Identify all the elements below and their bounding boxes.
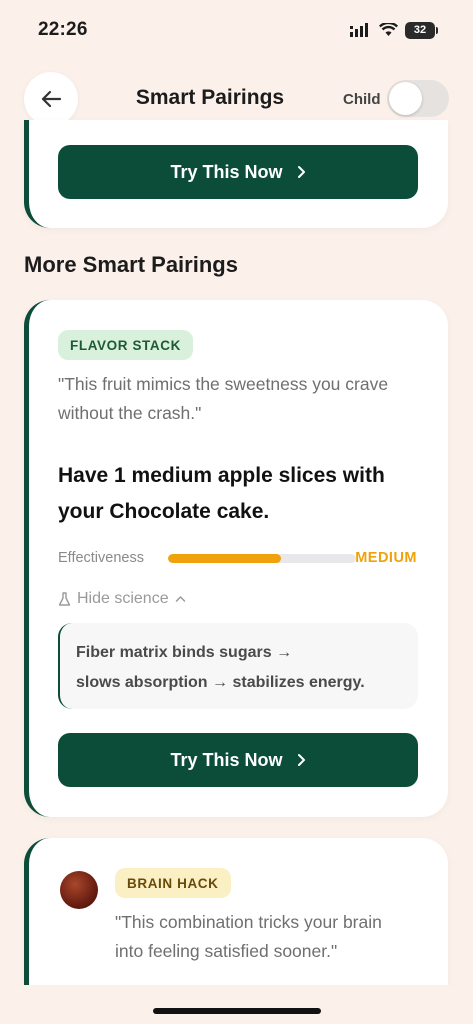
chevron-right-icon	[297, 754, 305, 766]
status-time: 22:26	[38, 19, 88, 40]
toggle-knob	[389, 82, 422, 115]
back-arrow-icon	[41, 90, 62, 108]
pairing-quote: "This combination tricks your brain into…	[115, 908, 435, 966]
section-heading: More Smart Pairings	[24, 252, 238, 277]
effectiveness-bar	[168, 554, 356, 563]
effectiveness-label: Effectiveness	[58, 550, 144, 566]
chevron-up-icon	[175, 595, 185, 602]
headline-line: your Chocolate cake.	[58, 500, 270, 523]
signal-icon	[350, 23, 368, 37]
home-indicator-area	[0, 985, 473, 1024]
flavor-stack-badge: FLAVOR STACK	[58, 330, 193, 360]
hide-science-label: Hide science	[77, 590, 169, 607]
try-button-label: Try This Now	[170, 749, 283, 770]
science-step: Fiber matrix binds sugars	[76, 644, 272, 661]
quote-line: into feeling satisfied sooner."	[115, 941, 338, 961]
child-mode-toggle[interactable]	[387, 80, 449, 117]
home-indicator[interactable]	[153, 1008, 321, 1014]
page-title: Smart Pairings	[135, 86, 285, 109]
battery-level: 32	[413, 24, 427, 36]
quote-line: "This combination tricks your brain	[115, 912, 382, 932]
try-this-now-button[interactable]: Try This Now	[58, 733, 418, 787]
effectiveness-fill	[168, 554, 281, 563]
flask-icon	[58, 591, 71, 606]
try-this-now-button-top[interactable]: Try This Now	[58, 145, 418, 199]
status-bar: 22:26 32	[0, 0, 473, 60]
science-step: stabilizes energy.	[232, 674, 365, 691]
back-button[interactable]	[24, 72, 78, 126]
arrow-right-icon: →	[212, 674, 229, 691]
effectiveness-level: MEDIUM	[355, 550, 417, 566]
headline-line: Have 1 medium apple slices with	[58, 464, 385, 487]
science-line: Fiber matrix binds sugars →	[76, 638, 402, 668]
arrow-right-icon: →	[276, 644, 293, 661]
child-toggle-label: Child	[343, 91, 381, 108]
brain-hack-badge: BRAIN HACK	[115, 868, 231, 898]
pairing-quote: "This fruit mimics the sweetness you cra…	[58, 370, 428, 428]
chevron-right-icon	[297, 166, 305, 178]
pairing-headline: Have 1 medium apple slices with your Cho…	[58, 458, 428, 530]
try-button-label: Try This Now	[170, 161, 283, 182]
chestnut-food-icon	[60, 871, 98, 909]
science-explanation: Fiber matrix binds sugars → slows absorp…	[58, 623, 418, 709]
wifi-icon	[379, 23, 398, 36]
quote-line: "This fruit mimics the sweetness you cra…	[58, 374, 389, 394]
status-icons: 32	[350, 21, 438, 39]
battery-icon: 32	[405, 21, 438, 39]
hide-science-toggle[interactable]: Hide science	[58, 590, 186, 608]
pairing-card-previous: Try This Now	[24, 120, 448, 228]
science-line: slows absorption → stabilizes energy.	[76, 668, 402, 698]
science-step: slows absorption	[76, 674, 208, 691]
quote-line: without the crash."	[58, 403, 202, 423]
pairing-card-flavor-stack: FLAVOR STACK "This fruit mimics the swee…	[24, 300, 448, 817]
